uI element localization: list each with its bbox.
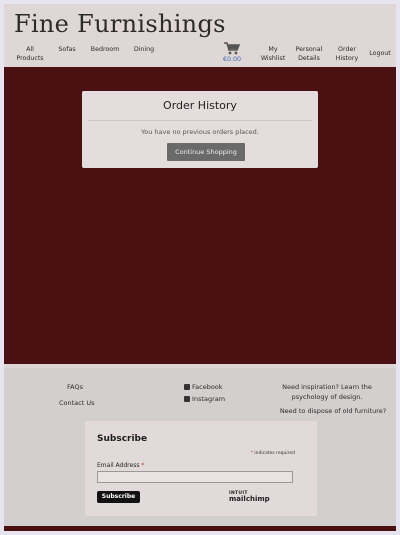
cart-link[interactable]: €0.00: [220, 42, 244, 63]
mailchimp-logo-bottom: mailchimp: [229, 495, 270, 503]
brand-logo[interactable]: Fine Furnishings: [14, 10, 226, 38]
order-history-card: Order History You have no previous order…: [82, 91, 318, 168]
site-footer: FAQs Contact Us Facebook Instagram Need …: [4, 368, 396, 526]
instagram-label: Instagram: [192, 395, 226, 403]
divider: [88, 120, 312, 121]
contact-us-link[interactable]: Contact Us: [59, 399, 95, 407]
subscribe-form: Subscribe * indicates required Email Add…: [85, 421, 317, 516]
mailchimp-logo[interactable]: INTUIT mailchimp: [229, 491, 270, 503]
nav-all-products[interactable]: All Products: [16, 45, 44, 63]
email-label: Email Address *: [97, 462, 145, 469]
dispose-furniture-link[interactable]: Need to dispose of old furniture?: [278, 406, 388, 416]
nav-my-wishlist[interactable]: My Wishlist: [258, 45, 288, 63]
subscribe-title: Subscribe: [97, 434, 148, 444]
page-title: Order History: [163, 99, 237, 112]
inspiration-line-2: psychology of design.: [291, 393, 363, 401]
page-frame: Fine Furnishings All Products Sofas Bedr…: [4, 4, 396, 531]
facebook-icon: [184, 384, 190, 390]
facebook-link[interactable]: Facebook: [184, 383, 223, 391]
facebook-label: Facebook: [192, 383, 223, 391]
instagram-link[interactable]: Instagram: [184, 395, 225, 403]
required-note-text: indicates required: [254, 451, 295, 456]
nav-bedroom[interactable]: Bedroom: [90, 45, 120, 54]
instagram-icon: [184, 396, 190, 402]
required-note: * indicates required: [250, 451, 295, 456]
faqs-link[interactable]: FAQs: [67, 383, 83, 391]
inspiration-line-1: Need inspiration? Learn the: [282, 383, 372, 391]
cart-icon: [224, 42, 240, 55]
nav-dining[interactable]: Dining: [132, 45, 156, 54]
email-field[interactable]: [97, 471, 293, 483]
subscribe-button[interactable]: Subscribe: [97, 491, 140, 503]
nav-logout[interactable]: Logout: [366, 49, 394, 58]
continue-shopping-button[interactable]: Continue Shopping: [167, 143, 245, 161]
nav-order-history[interactable]: Order History: [332, 45, 362, 63]
site-header: Fine Furnishings All Products Sofas Bedr…: [4, 4, 396, 67]
nav-sofas[interactable]: Sofas: [56, 45, 78, 54]
main-content: Order History You have no previous order…: [4, 67, 396, 364]
nav-personal-details[interactable]: Personal Details: [292, 45, 326, 63]
inspiration-link[interactable]: Need inspiration? Learn the psychology o…: [282, 382, 372, 402]
cart-total: €0.00: [222, 56, 242, 63]
bottom-bar: [4, 526, 396, 531]
empty-orders-message: You have no previous orders placed.: [141, 128, 259, 136]
